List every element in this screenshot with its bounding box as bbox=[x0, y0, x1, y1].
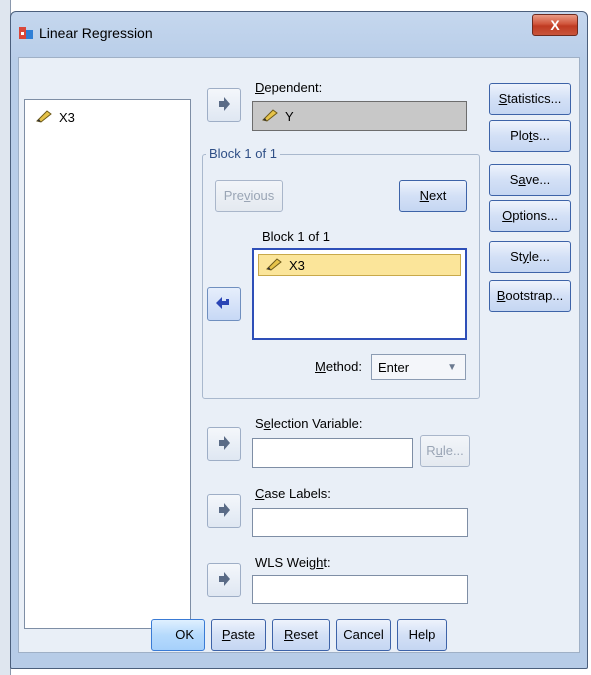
move-to-case-labels-button[interactable] bbox=[207, 494, 241, 528]
list-item[interactable]: X3 bbox=[258, 254, 461, 276]
cancel-label: Cancel bbox=[343, 627, 384, 642]
help-label: Help bbox=[408, 627, 436, 642]
list-item[interactable]: X3 bbox=[35, 109, 75, 126]
left-arrow-icon bbox=[216, 297, 229, 309]
reset-button[interactable]: Reset bbox=[272, 619, 330, 651]
options-label: Options... bbox=[502, 208, 558, 223]
method-select[interactable]: Enter ▼ bbox=[371, 354, 466, 380]
chevron-down-icon: ▼ bbox=[447, 361, 457, 373]
right-arrow-icon bbox=[219, 503, 230, 517]
dependent-label: Dependent: bbox=[255, 80, 323, 95]
cancel-button[interactable]: Cancel bbox=[336, 619, 391, 651]
selection-variable-label: Selection Variable: bbox=[255, 416, 363, 431]
plots-button[interactable]: Plots... bbox=[489, 120, 571, 152]
method-value: Enter bbox=[378, 359, 410, 375]
block-list-title: Block 1 of 1 bbox=[262, 229, 330, 244]
variable-label: X3 bbox=[289, 257, 305, 273]
title-bar[interactable]: Linear Regression X bbox=[11, 12, 587, 52]
paste-button[interactable]: Paste bbox=[211, 619, 266, 651]
right-arrow-icon bbox=[219, 436, 230, 450]
ruler-pencil-icon bbox=[265, 257, 283, 274]
previous-label: Previous bbox=[223, 188, 275, 203]
next-label: Next bbox=[419, 188, 447, 203]
ruler-pencil-icon bbox=[35, 109, 53, 126]
move-to-independent-button[interactable] bbox=[207, 287, 241, 321]
dependent-field[interactable]: Y bbox=[252, 101, 467, 131]
window-title: Linear Regression bbox=[39, 25, 153, 41]
reset-label: Reset bbox=[284, 627, 318, 642]
wls-weight-label: WLS Weight: bbox=[255, 555, 331, 570]
close-button[interactable]: X bbox=[532, 14, 578, 36]
bootstrap-button[interactable]: Bootstrap... bbox=[489, 280, 571, 312]
statistics-button[interactable]: Statistics... bbox=[489, 83, 571, 115]
move-to-selection-button[interactable] bbox=[207, 427, 241, 461]
dependent-value: Y bbox=[285, 108, 294, 124]
next-button[interactable]: Next bbox=[399, 180, 467, 212]
ruler-pencil-icon bbox=[261, 108, 279, 125]
ok-button[interactable]: OK bbox=[151, 619, 205, 651]
case-labels-label: Case Labels: bbox=[255, 486, 331, 501]
variable-list[interactable]: X3 bbox=[24, 99, 191, 629]
move-to-wls-weight-button[interactable] bbox=[207, 563, 241, 597]
case-labels-field[interactable] bbox=[252, 508, 468, 537]
previous-button[interactable]: Previous bbox=[215, 180, 283, 212]
right-arrow-icon bbox=[219, 572, 230, 586]
plots-label: Plots... bbox=[510, 128, 550, 143]
method-label: Method: bbox=[315, 359, 362, 374]
right-arrow-icon bbox=[219, 97, 230, 111]
spss-app-icon bbox=[18, 25, 34, 41]
save-label: Save... bbox=[509, 172, 551, 187]
style-label: Style... bbox=[510, 249, 550, 264]
paste-label: Paste bbox=[221, 627, 256, 642]
block-group-label: Block 1 of 1 bbox=[206, 146, 280, 161]
bootstrap-label: Bootstrap... bbox=[496, 288, 564, 303]
independent-variables-list[interactable]: X3 bbox=[252, 248, 467, 340]
selection-variable-field[interactable] bbox=[252, 438, 413, 468]
ok-label: OK bbox=[175, 627, 194, 642]
options-button[interactable]: Options... bbox=[489, 200, 571, 232]
statistics-label: Statistics... bbox=[498, 91, 562, 106]
wls-weight-field[interactable] bbox=[252, 575, 468, 604]
save-button[interactable]: Save... bbox=[489, 164, 571, 196]
variable-label: X3 bbox=[59, 110, 75, 125]
help-button[interactable]: Help bbox=[397, 619, 447, 651]
rule-label: Rule... bbox=[426, 443, 464, 458]
style-button[interactable]: Style... bbox=[489, 241, 571, 273]
move-to-dependent-button[interactable] bbox=[207, 88, 241, 122]
rule-button[interactable]: Rule... bbox=[420, 435, 470, 467]
